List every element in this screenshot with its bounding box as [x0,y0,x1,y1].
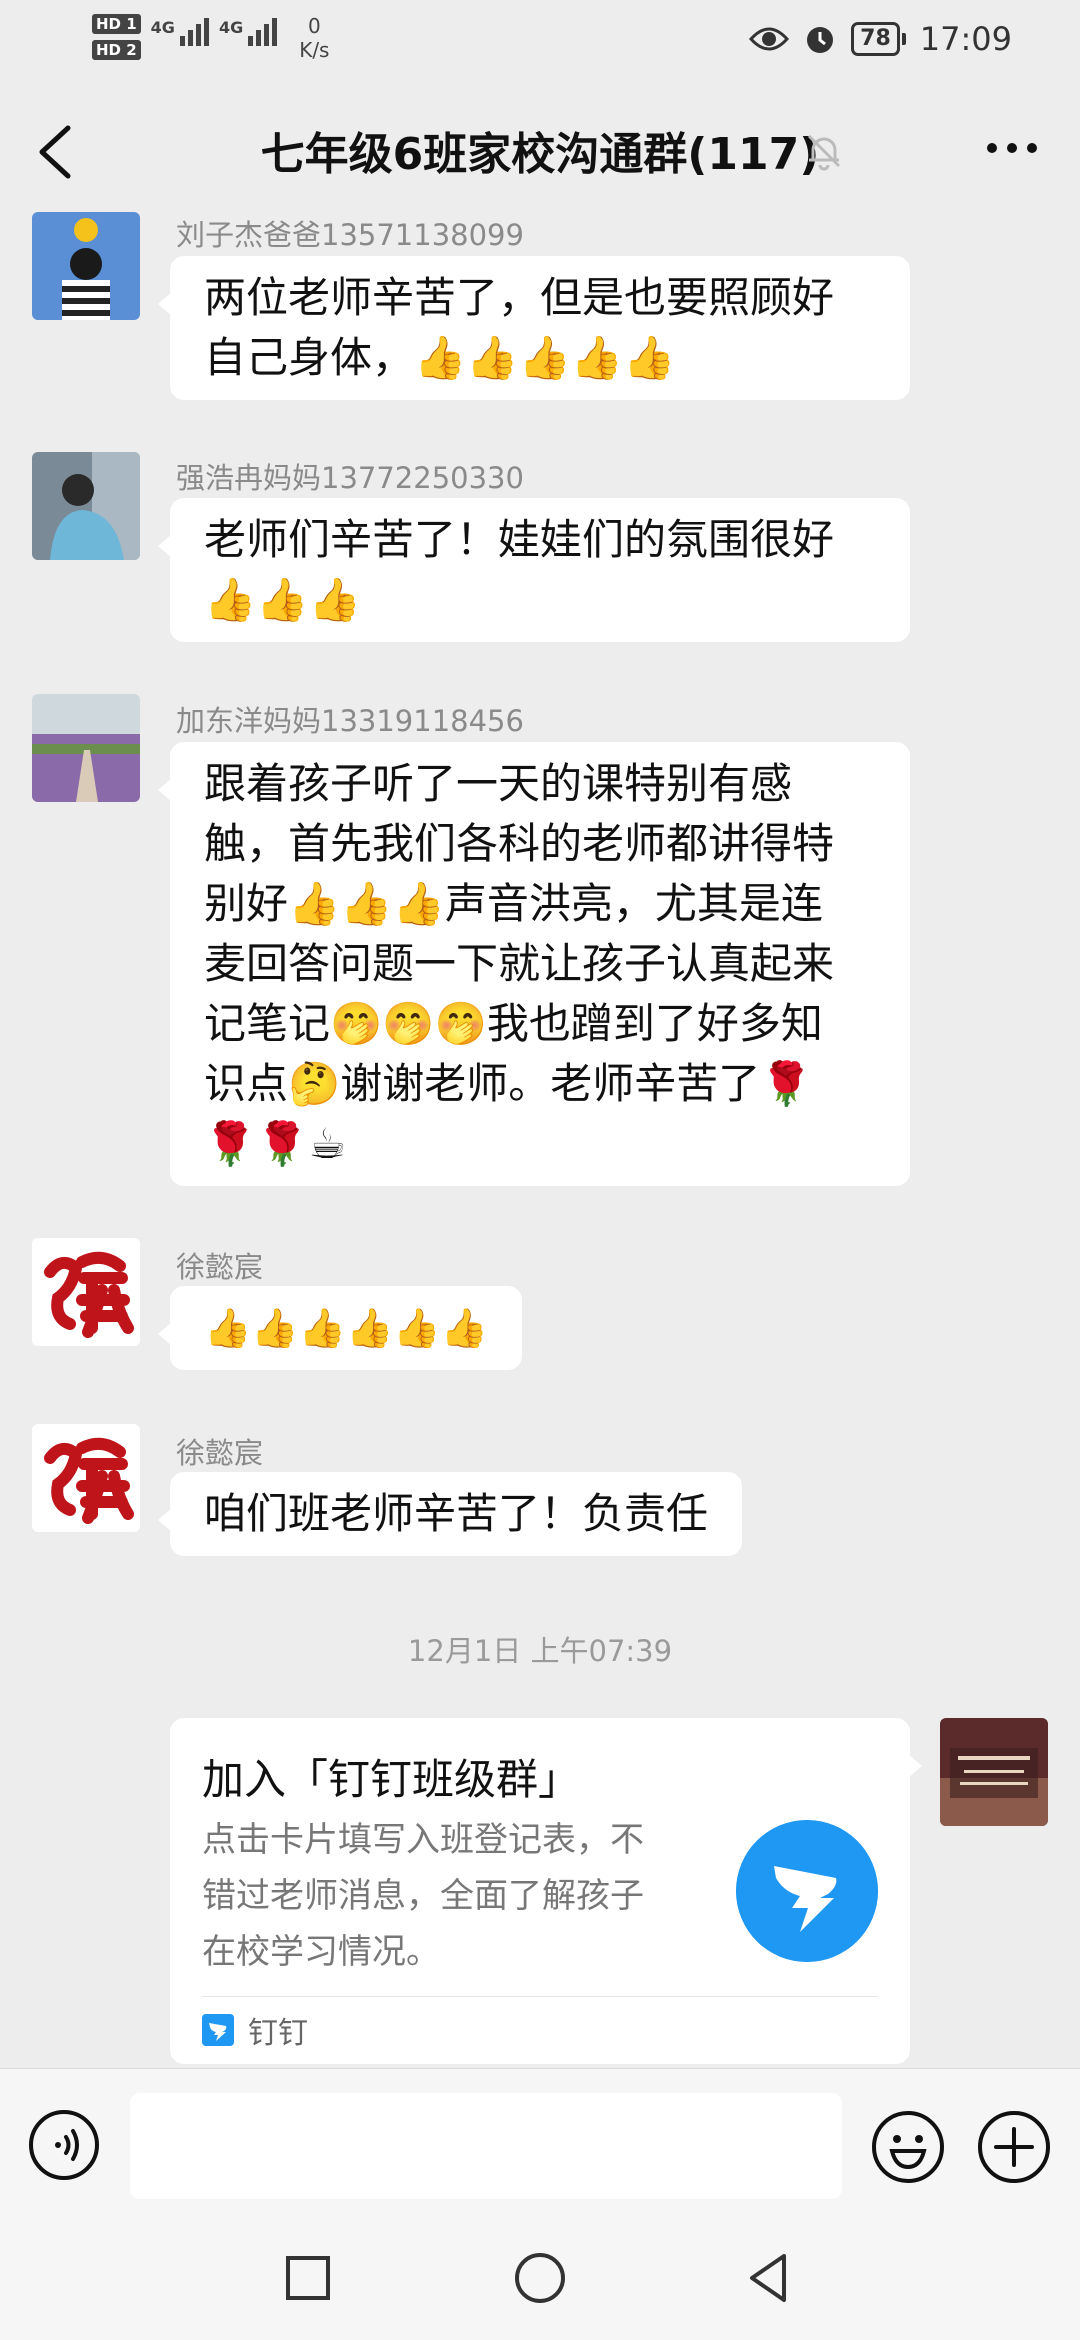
status-right: 78 17:09 [749,20,1012,58]
avatar[interactable] [32,212,140,320]
message-bubble[interactable]: 👍👍👍👍👍👍 [158,1286,522,1370]
page-title: 七年级6班家校沟通群(117) [260,129,820,180]
message-bubble[interactable]: 跟着孩子听了一天的课特别有感 触，首先我们各科的老师都讲得特 别好👍👍👍声音洪亮… [158,742,910,1186]
message-line: 🌹🌹☕ [204,1119,347,1168]
clock: 17:09 [919,20,1012,58]
chat-header: 七年级6班家校沟通群(117) [0,90,1080,210]
avatar-image [32,212,140,320]
sender-name: 徐懿宸 [176,1436,264,1470]
status-left: HD 1 HD 2 4G 4G 0 K/s [92,14,329,62]
fu-character-avatar [32,1424,140,1532]
battery-icon: 78 [851,22,906,56]
card-source: 钉钉 [202,2008,308,2052]
fu-character-avatar [32,1238,140,1346]
message-input[interactable] [130,2093,842,2199]
card-description: 点击卡片填写入班登记表，不 错过老师消息，全面了解孩子 在校学习情况。 [202,1812,702,1980]
message-line: 两位老师辛苦了，但是也要照顾好 [204,273,835,322]
alarm-icon [807,27,834,53]
card-title: 加入「钉钉班级群」 [202,1755,581,1804]
message-line: 触，首先我们各科的老师都讲得特 [204,819,835,868]
sim-indicators: HD 1 HD 2 [92,14,141,60]
avatar[interactable] [32,1238,140,1346]
mute-bell-icon [807,134,841,171]
signal1-icon: 4G [151,18,209,46]
home-circle-icon[interactable] [510,2248,570,2308]
message-line: 👍👍👍👍👍👍 [204,1306,488,1350]
system-nav-bar [0,2224,1080,2340]
message-line: 自己身体，👍👍👍👍👍 [204,333,676,382]
message-bubble[interactable]: 咱们班老师辛苦了！负责任 [157,1472,743,1556]
sender-name: 徐懿宸 [176,1250,264,1284]
net-speed-unit: K/s [299,38,330,62]
message-line: 咱们班老师辛苦了！负责任 [204,1489,709,1538]
dingtalk-invite-card[interactable]: 加入「钉钉班级群」 点击卡片填写入班登记表，不 错过老师消息，全面了解孩子 在校… [170,1718,922,2064]
message-line: 老师们辛苦了！娃娃们的氛围很好 [204,515,835,564]
recents-square-icon[interactable] [278,2248,338,2308]
more-options-icon[interactable] [984,140,1040,156]
message-timestamp: 12月1日 上午07:39 [407,1634,673,1668]
message-bubble[interactable]: 两位老师辛苦了，但是也要照顾好 自己身体，👍👍👍👍👍 [158,256,910,400]
eye-icon [749,27,790,51]
avatar-image [32,694,140,802]
message-line: 记笔记🤭🤭🤭我也蹭到了好多知 [204,999,823,1048]
input-bar [0,2068,1080,2224]
net-speed: 0 K/s [299,14,329,62]
hd2-badge: HD 2 [92,40,141,60]
card-desc-line: 点击卡片填写入班登记表，不 [202,1820,644,1860]
sender-name: 刘子杰爸爸13571138099 [176,218,524,252]
message-line: 跟着孩子听了一天的课特别有感 [204,759,793,808]
back-triangle-icon[interactable] [740,2248,800,2308]
avatar[interactable] [32,1424,140,1532]
message-line: 👍👍👍 [204,575,361,624]
plus-icon[interactable] [976,2109,1052,2185]
dingtalk-small-icon [202,2014,234,2046]
avatar-image [940,1718,1048,1826]
signal2-label: 4G [218,18,244,37]
avatar-image [32,452,140,560]
message-bubble[interactable]: 老师们辛苦了！娃娃们的氛围很好 👍👍👍 [158,498,910,642]
signal2-icon: 4G [218,18,278,46]
hd1-badge: HD 1 [92,14,141,34]
card-source-label: 钉钉 [248,2016,308,2051]
avatar[interactable] [32,694,140,802]
emoji-icon[interactable] [870,2109,946,2185]
dingtalk-logo-icon [736,1820,878,1962]
card-desc-line: 错过老师消息，全面了解孩子 [202,1876,644,1916]
voice-input-icon[interactable] [28,2109,100,2181]
message-line: 麦回答问题一下就让孩子认真起来 [204,939,835,988]
net-speed-value: 0 [307,14,321,38]
message-line: 识点🤔谢谢老师。老师辛苦了🌹 [204,1059,813,1108]
card-divider [202,1996,878,1997]
card-desc-line: 在校学习情况。 [202,1932,440,1972]
sender-name: 强浩冉妈妈13772250330 [176,461,524,495]
signal1-label: 4G [150,18,175,37]
status-bar: HD 1 HD 2 4G 4G 0 K/s 78 17:09 [0,0,1080,84]
self-avatar[interactable] [940,1718,1048,1826]
battery-level: 78 [851,22,900,56]
message-line: 别好👍👍👍声音洪亮，尤其是连 [204,879,823,928]
sender-name: 加东洋妈妈13319118456 [176,704,524,738]
avatar[interactable] [32,452,140,560]
